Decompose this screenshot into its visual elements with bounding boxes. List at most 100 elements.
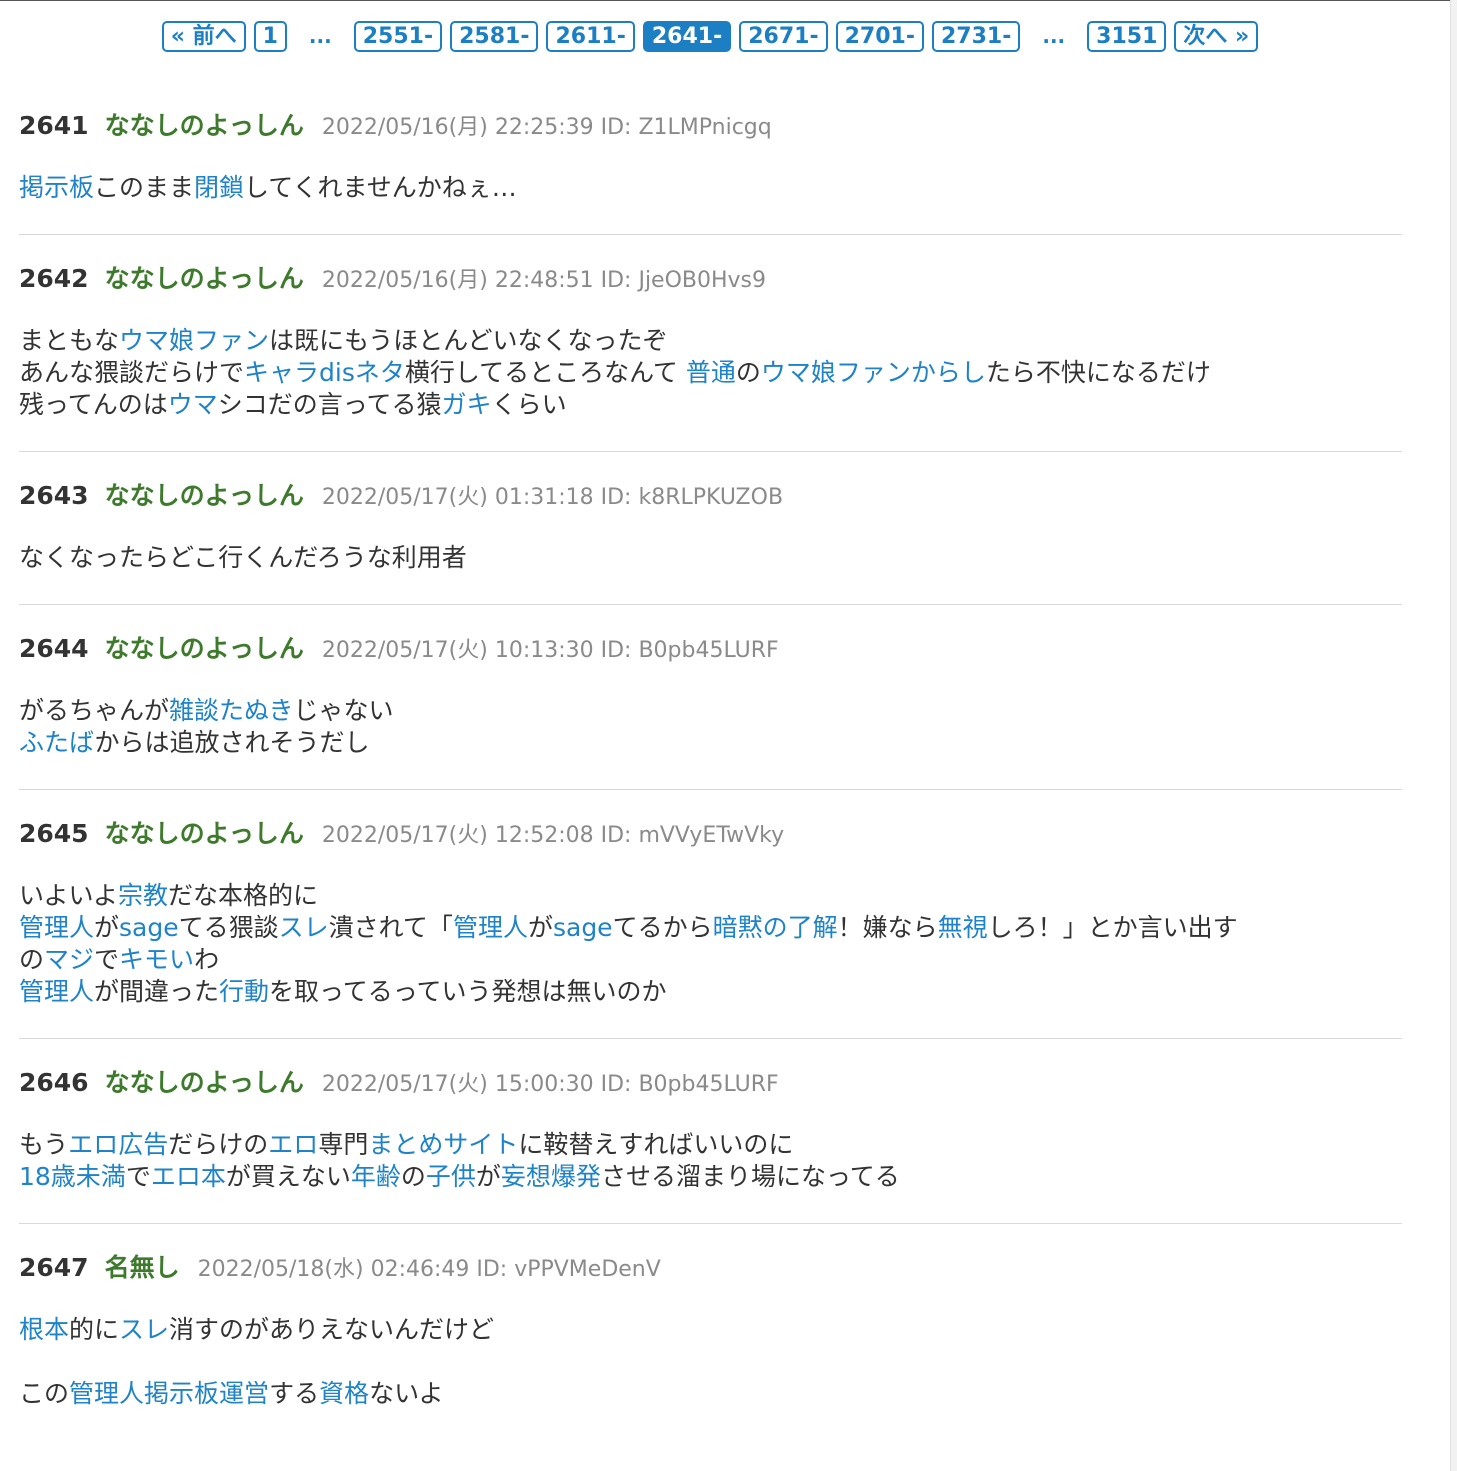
pager-page-1[interactable]: 1 [253, 21, 287, 52]
pagination: « 前へ 1... 2551- 2581- 2611- 2641- 2671- 2701- 27… [0, 21, 1420, 52]
pager-page-2671[interactable]: 2671- [739, 21, 828, 52]
post-meta: 2022/05/18(水) 02:46:49 ID: vPPVMeDenV [197, 1257, 661, 1282]
keyword-link[interactable]: まとめサイト [368, 1130, 518, 1159]
body-text: の [735, 358, 761, 387]
keyword-link[interactable]: 行動 [219, 977, 269, 1006]
keyword-link[interactable]: 宗教 [118, 881, 168, 910]
keyword-link[interactable]: ふたば [19, 728, 95, 757]
keyword-link[interactable]: ウマ娘ファンからし [761, 358, 986, 387]
keyword-link[interactable]: 妄想爆発 [501, 1162, 601, 1191]
keyword-link[interactable]: 子供 [426, 1162, 476, 1191]
keyword-link[interactable]: 資格 [319, 1379, 369, 1408]
post-header: 2641 ななしのよっしん 2022/05/16(月) 22:25:39 ID: Z… [19, 110, 1402, 142]
keyword-link[interactable]: エロ広告 [68, 1130, 168, 1159]
keyword-link[interactable]: スレ [279, 913, 329, 942]
body-text: からは追放されそうだし [94, 728, 370, 757]
pager-page-2701[interactable]: 2701- [835, 21, 924, 52]
keyword-link[interactable]: 暗黙の了解 [713, 913, 838, 942]
pager-page-2551[interactable]: 2551- [353, 21, 443, 52]
post-2641: 2641 ななしのよっしん 2022/05/16(月) 22:25:39 ID: Z… [19, 82, 1402, 235]
post-header: 2643 ななしのよっしん 2022/05/17(火) 01:31:18 ID: k… [19, 480, 1402, 512]
body-text: 横行してるところなんて [404, 358, 686, 387]
keyword-link[interactable]: sage [553, 913, 613, 942]
body-text: がるちゃんが [19, 696, 170, 725]
poster-name: ななしのよっしん [104, 819, 304, 848]
keyword-link[interactable]: 年齢 [351, 1162, 401, 1191]
keyword-link[interactable]: キャラdisネタ [244, 358, 405, 387]
post-body-line: のマジでキモいわ [19, 944, 1402, 976]
post-number[interactable]: 2644 [19, 633, 89, 665]
body-text: の [400, 1162, 426, 1191]
post-body-line: 管理人が間違った行動を取ってるっていう発想は無いのか [19, 976, 1402, 1008]
pager-prev-button[interactable]: « 前へ [161, 21, 246, 52]
keyword-link[interactable]: ガキ [442, 390, 492, 419]
post-meta: 2022/05/17(火) 10:13:30 ID: B0pb45LURF [321, 638, 779, 663]
post-body: がるちゃんが雑談たぬきじゃない ふたばからは追放されそうだし [19, 695, 1402, 759]
keyword-link[interactable]: ウマ [168, 390, 218, 419]
keyword-link[interactable]: 閉鎖 [194, 173, 244, 202]
pager-page-2581[interactable]: 2581- [450, 21, 539, 52]
keyword-link[interactable]: キモい [119, 945, 194, 974]
keyword-link[interactable]: マジ [44, 945, 94, 974]
post-header: 2644 ななしのよっしん 2022/05/17(火) 10:13:30 ID: B… [19, 633, 1402, 665]
pager-page-3151[interactable]: 3151 [1087, 21, 1167, 52]
keyword-link[interactable]: 管理人 [19, 977, 94, 1006]
body-text: しろ！」とか言い出す [987, 913, 1238, 942]
post-number[interactable]: 2645 [19, 818, 89, 850]
keyword-link[interactable]: 管理人 [453, 913, 528, 942]
keyword-link[interactable]: 普通 [686, 358, 736, 387]
body-text: する [269, 1379, 320, 1408]
body-text: たら不快になるだけ [985, 358, 1211, 387]
scrollbar-track[interactable] [1450, 0, 1457, 1471]
body-text: が [475, 1162, 501, 1191]
poster-name: 名無し [104, 1253, 180, 1282]
body-text: は既にもうほとんどいなくなったぞ [269, 326, 668, 355]
post-body: なくなったらどこ行くんだろうな利用者 [19, 542, 1402, 574]
keyword-link[interactable]: スレ [119, 1315, 169, 1344]
post-number[interactable]: 2641 [19, 110, 89, 142]
pager-ellipsis: ... [308, 24, 332, 48]
keyword-link[interactable]: エロ本 [151, 1162, 226, 1191]
keyword-link[interactable]: 無視 [938, 913, 988, 942]
poster-name: ななしのよっしん [104, 264, 304, 293]
pager-next-button[interactable]: 次へ » [1174, 21, 1259, 52]
keyword-link[interactable]: 根本 [19, 1315, 69, 1344]
keyword-link[interactable]: 掲示板 [19, 173, 94, 202]
post-body-line: あんな猥談だらけでキャラdisネタ横行してるところなんて 普通のウマ娘ファンから… [19, 357, 1402, 389]
keyword-link[interactable]: 運営 [219, 1379, 269, 1408]
body-text: 消すのがありえないんだけど [169, 1315, 495, 1344]
post-body: 根本的にスレ消すのがありえないんだけど この管理人掲示板運営する資格ないよ [19, 1314, 1402, 1410]
post-number[interactable]: 2643 [19, 480, 89, 512]
pager-ellipsis: ... [1042, 24, 1066, 48]
post-number[interactable]: 2646 [19, 1067, 89, 1099]
keyword-link[interactable]: 管理人 [69, 1379, 144, 1408]
keyword-link[interactable]: ウマ娘ファン [119, 326, 269, 355]
keyword-link[interactable]: 掲示板 [144, 1379, 219, 1408]
body-text: 専門 [318, 1130, 369, 1159]
post-number[interactable]: 2647 [19, 1252, 89, 1284]
keyword-link[interactable]: 雑談たぬき [169, 696, 294, 725]
body-text: 的に [69, 1315, 120, 1344]
post-body-line: がるちゃんが雑談たぬきじゃない [19, 695, 1402, 727]
body-text: まともな [19, 326, 120, 355]
body-text: なくなったらどこ行くんだろうな利用者 [19, 543, 467, 572]
keyword-link[interactable]: エロ [268, 1130, 318, 1159]
pager-page-2731[interactable]: 2731- [931, 21, 1021, 52]
body-text: で [125, 1162, 151, 1191]
body-text: シコだの言ってる猿 [217, 390, 442, 419]
body-text: が買えない [225, 1162, 351, 1191]
body-text: で [94, 945, 120, 974]
post-body-line: なくなったらどこ行くんだろうな利用者 [19, 542, 1402, 574]
keyword-link[interactable]: 管理人 [19, 913, 94, 942]
post-body: いよいよ宗教だな本格的に 管理人がsageてる猥談スレ潰されて「管理人がsageて… [19, 880, 1402, 1008]
post-body: まともなウマ娘ファンは既にもうほとんどいなくなったぞ あんな猥談だらけでキャラdi… [19, 325, 1402, 421]
pager-page-2611[interactable]: 2611- [546, 21, 635, 52]
keyword-link[interactable]: sage [119, 913, 179, 942]
keyword-link[interactable]: 18歳未満 [19, 1162, 126, 1191]
post-meta: 2022/05/17(火) 01:31:18 ID: k8RLPKUZOB [321, 485, 784, 510]
post-body: もうエロ広告だらけのエロ専門まとめサイトに鞍替えすればいいのに 18歳未満でエロ本… [19, 1129, 1402, 1193]
post-number[interactable]: 2642 [19, 263, 89, 295]
post-2645: 2645 ななしのよっしん 2022/05/17(火) 12:52:08 ID: m… [19, 790, 1402, 1039]
body-text: いよいよ [19, 881, 119, 910]
top-border [0, 0, 1457, 1]
